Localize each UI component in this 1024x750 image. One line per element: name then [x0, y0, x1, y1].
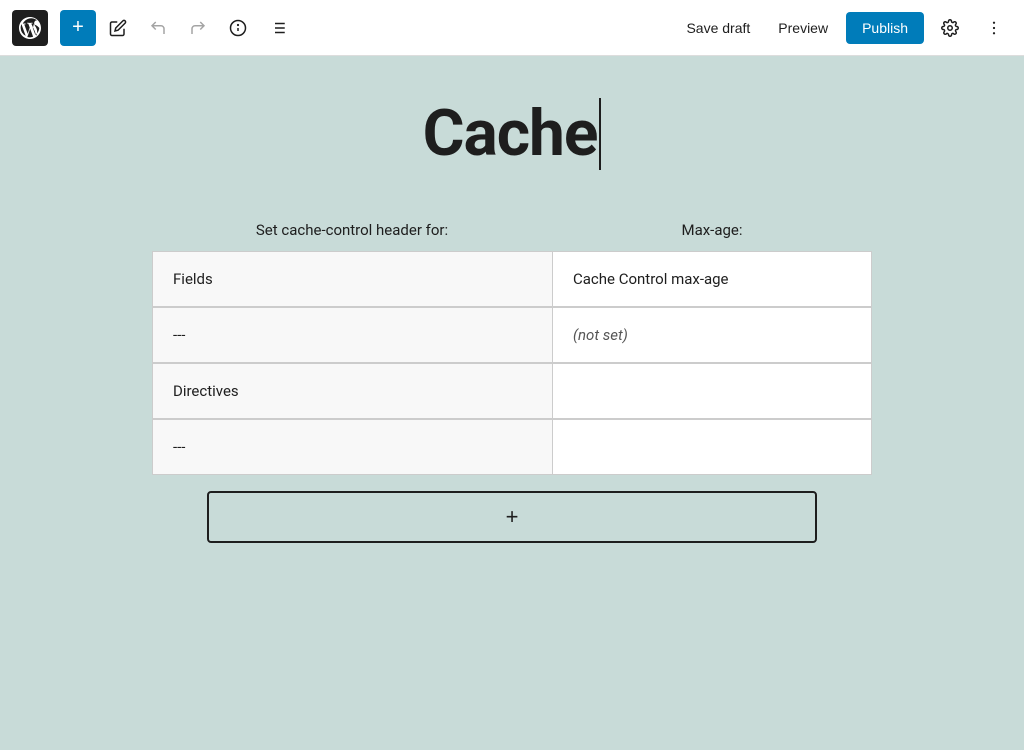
publish-button[interactable]: Publish	[846, 12, 924, 44]
table-row[interactable]: Cache Control max-age	[552, 251, 872, 307]
wp-logo-icon[interactable]	[12, 10, 48, 46]
title-cursor	[599, 98, 601, 170]
preview-button[interactable]: Preview	[768, 14, 838, 42]
table-left-column: Set cache-control header for: Fields ---…	[152, 211, 552, 475]
save-draft-button[interactable]: Save draft	[676, 14, 760, 42]
table-row[interactable]	[552, 419, 872, 475]
main-content: Cache Set cache-control header for: Fiel…	[0, 56, 1024, 750]
settings-button[interactable]	[932, 10, 968, 46]
left-column-header: Set cache-control header for:	[152, 211, 552, 251]
toolbar: +	[0, 0, 1024, 56]
table-row[interactable]: ---	[152, 307, 552, 363]
table-row[interactable]: ---	[152, 419, 552, 475]
toolbar-right: Save draft Preview Publish	[676, 10, 1012, 46]
add-block-button[interactable]: +	[60, 10, 96, 46]
more-options-button[interactable]	[976, 10, 1012, 46]
table-right-column: Max-age: Cache Control max-age (not set)	[552, 211, 872, 475]
table-row[interactable]: (not set)	[552, 307, 872, 363]
page-title[interactable]: Cache	[423, 96, 598, 171]
info-button[interactable]	[220, 10, 256, 46]
table-row[interactable]: Fields	[152, 251, 552, 307]
undo-button[interactable]	[140, 10, 176, 46]
add-row-button[interactable]: +	[207, 491, 817, 543]
table-row[interactable]: Directives	[152, 363, 552, 419]
edit-tool-button[interactable]	[100, 10, 136, 46]
page-title-wrapper: Cache	[423, 96, 602, 171]
list-view-button[interactable]	[260, 10, 296, 46]
redo-button[interactable]	[180, 10, 216, 46]
table-block: Set cache-control header for: Fields ---…	[152, 211, 872, 475]
table-row[interactable]	[552, 363, 872, 419]
right-column-header: Max-age:	[552, 211, 872, 251]
